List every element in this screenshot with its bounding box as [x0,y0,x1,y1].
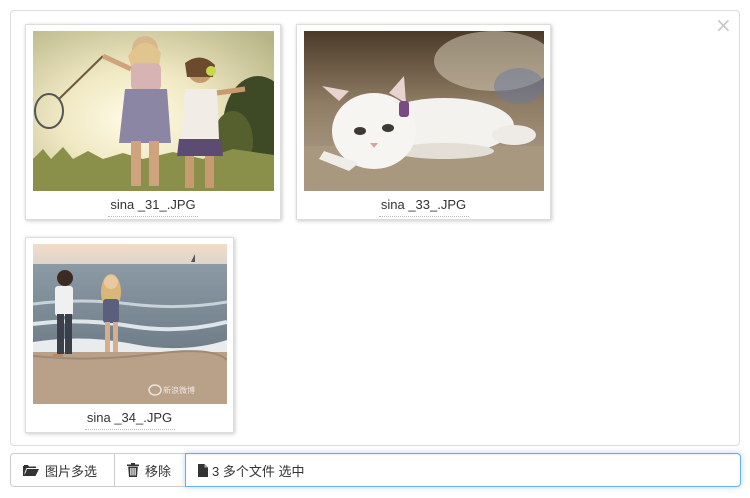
remove-button-label: 移除 [145,463,172,479]
file-caption-text: 3 多个文件 选中 [212,463,305,479]
file-thumbnail[interactable]: sina _33_.JPG [296,24,551,220]
preview-image: 新浪微博 [33,244,227,404]
caption-divider [378,216,469,217]
caption-divider [108,216,198,217]
file-thumbnail[interactable]: 新浪微博 sina _34_.JPG [25,237,234,433]
file-name: sina _33_.JPG [380,197,467,212]
preview-image [304,31,544,191]
folder-open-icon [23,464,39,476]
preview-image [33,31,274,191]
file-name: sina _34_.JPG [86,410,173,425]
file-input-group: 图片多选 移除 3 多个文件 选中 [10,453,741,487]
watermark-text: 新浪微博 [163,385,195,395]
remove-button[interactable]: 移除 [115,453,186,487]
file-icon [198,463,208,477]
trash-icon [127,463,139,477]
file-thumbnail[interactable]: sina _31_.JPG [25,24,281,220]
close-icon[interactable]: × [715,15,732,35]
file-caption-field[interactable]: 3 多个文件 选中 [185,453,741,487]
browse-button[interactable]: 图片多选 [10,453,115,487]
file-name: sina _31_.JPG [110,197,196,212]
caption-divider [84,429,175,430]
browse-button-label: 图片多选 [45,463,98,479]
